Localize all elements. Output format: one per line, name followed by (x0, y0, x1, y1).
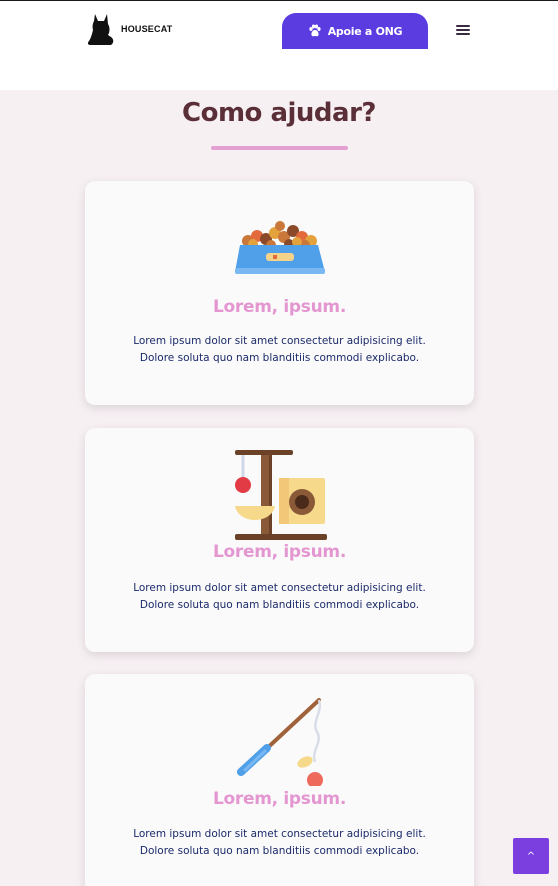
help-card-toy: Lorem, ipsum. Lorem ipsum dolor sit amet… (85, 674, 474, 886)
cat-wand-toy-icon (237, 698, 323, 786)
site-header: HOUSECAT Apoie a ONG (0, 0, 558, 90)
logo[interactable]: HOUSECAT (87, 12, 172, 46)
chevron-up-icon: ^ (526, 850, 536, 862)
card-heading: Lorem, ipsum. (212, 297, 346, 317)
cat-tree-icon (235, 450, 327, 540)
card-heading: Lorem, ipsum. (212, 789, 346, 809)
cat-logo-icon (87, 14, 114, 45)
scroll-to-top-button[interactable]: ^ (513, 838, 549, 874)
paw-icon (309, 24, 321, 37)
card-heading: Lorem, ipsum. (212, 542, 346, 562)
card-text: Lorem ipsum dolor sit amet consectetur a… (133, 828, 426, 857)
support-ngo-label: Apoie a ONG (327, 24, 403, 38)
card-text: Lorem ipsum dolor sit amet consectetur a… (133, 582, 426, 611)
hamburger-icon[interactable] (456, 25, 470, 35)
card-text: Lorem ipsum dolor sit amet consectetur a… (133, 335, 426, 364)
title-underline (211, 146, 348, 150)
section-title: Como ajudar? (182, 98, 376, 128)
help-card-cat-tree: Lorem, ipsum. Lorem ipsum dolor sit amet… (85, 428, 474, 652)
support-ngo-button[interactable]: Apoie a ONG (282, 13, 428, 49)
logo-text: HOUSECAT (121, 24, 173, 34)
help-card-food: Lorem, ipsum. Lorem ipsum dolor sit amet… (85, 181, 474, 405)
food-bowl-icon (235, 221, 325, 274)
